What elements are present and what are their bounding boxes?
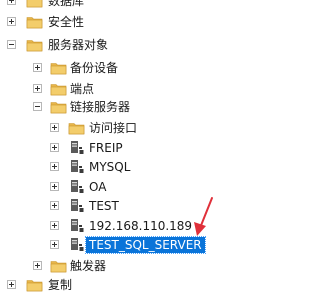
- folder-icon: [50, 261, 67, 273]
- tree-node-endpoints[interactable]: 端点: [0, 80, 251, 99]
- tree-node-linked-servers[interactable]: 链接服务器: [0, 98, 251, 117]
- tree-node-database[interactable]: 数据库: [0, 0, 251, 11]
- expand-button[interactable]: [50, 162, 59, 171]
- tree-node-label[interactable]: 数据库: [48, 0, 84, 9]
- folder-icon: [68, 123, 85, 135]
- expand-button[interactable]: [33, 63, 42, 72]
- tree-node-label[interactable]: TEST_SQL_SERVER: [85, 236, 206, 254]
- expand-button[interactable]: [33, 261, 42, 270]
- expand-button[interactable]: [50, 221, 59, 230]
- expand-button[interactable]: [50, 143, 59, 152]
- tree-node-label[interactable]: 访问接口: [89, 120, 137, 136]
- folder-icon: [50, 84, 67, 96]
- tree-node-label[interactable]: 安全性: [48, 14, 84, 30]
- tree-node-label[interactable]: 服务器对象: [48, 37, 108, 53]
- tree-node-linked-server[interactable]: OA: [0, 178, 251, 197]
- linked-server-icon: [71, 180, 84, 193]
- folder-icon: [26, 0, 43, 8]
- tree-node-label[interactable]: FREIP: [89, 140, 123, 156]
- collapse-button[interactable]: [33, 102, 42, 111]
- linked-server-icon: [71, 219, 84, 232]
- folder-icon: [50, 63, 67, 75]
- tree-node-backup-devices[interactable]: 备份设备: [0, 59, 251, 78]
- linked-server-icon: [71, 141, 84, 154]
- tree-node-label[interactable]: 复制: [48, 277, 72, 293]
- linked-server-icon: [71, 199, 84, 212]
- tree-node-server-objects[interactable]: 服务器对象: [0, 36, 251, 55]
- tree-node-security[interactable]: 安全性: [0, 13, 251, 32]
- expand-button[interactable]: [50, 240, 59, 249]
- expand-button[interactable]: [50, 123, 59, 132]
- linked-server-icon: [71, 160, 84, 173]
- tree-node-linked-server[interactable]: 192.168.110.189: [0, 217, 251, 236]
- tree-node-label[interactable]: 192.168.110.189: [89, 218, 192, 234]
- expand-button[interactable]: [7, 0, 16, 5]
- tree-node-label[interactable]: OA: [89, 179, 106, 195]
- tree-node-replication[interactable]: 复制: [0, 276, 251, 293]
- tree-node-label[interactable]: 触发器: [70, 258, 106, 274]
- tree-node-linked-server-selected[interactable]: TEST_SQL_SERVER: [0, 236, 251, 255]
- expand-button[interactable]: [7, 17, 16, 26]
- expand-button[interactable]: [50, 201, 59, 210]
- tree-node-label[interactable]: 链接服务器: [70, 99, 130, 115]
- expand-button[interactable]: [50, 182, 59, 191]
- folder-icon: [50, 102, 67, 114]
- tree-node-triggers[interactable]: 触发器: [0, 257, 251, 276]
- expand-button[interactable]: [33, 84, 42, 93]
- tree-node-linked-server[interactable]: MYSQL: [0, 158, 251, 177]
- tree-node-label[interactable]: 端点: [70, 81, 94, 97]
- collapse-button[interactable]: [7, 40, 16, 49]
- folder-icon: [26, 17, 43, 29]
- tree-node-label[interactable]: MYSQL: [89, 159, 130, 175]
- folder-icon: [26, 40, 43, 52]
- tree-node-linked-server[interactable]: TEST: [0, 197, 251, 216]
- expand-button[interactable]: [7, 280, 16, 289]
- tree-node-label[interactable]: 备份设备: [70, 60, 118, 76]
- tree-node-providers[interactable]: 访问接口: [0, 119, 251, 138]
- folder-icon: [26, 280, 43, 292]
- tree-node-label[interactable]: TEST: [89, 198, 119, 214]
- tree-node-linked-server[interactable]: FREIP: [0, 139, 251, 158]
- linked-server-icon: [71, 238, 84, 251]
